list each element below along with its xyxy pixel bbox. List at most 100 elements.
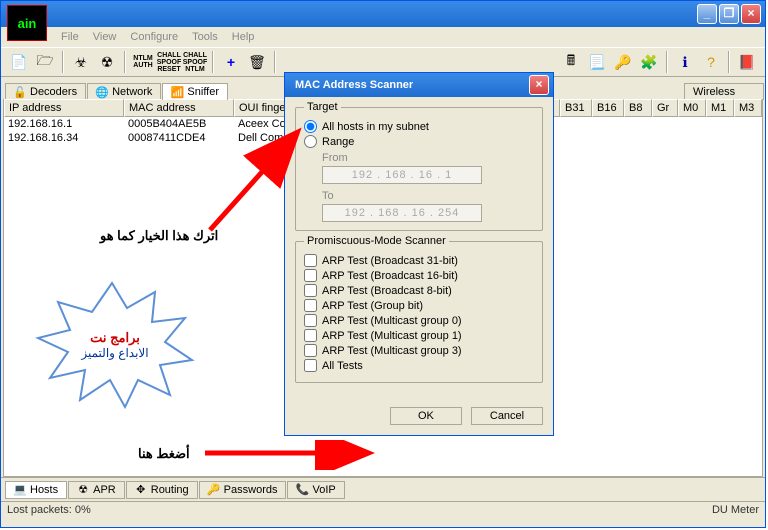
separator bbox=[212, 51, 214, 73]
col-m1[interactable]: M1 bbox=[706, 99, 734, 117]
chk-arp-m0[interactable] bbox=[304, 314, 317, 327]
new-icon[interactable]: 📄 bbox=[7, 50, 31, 74]
chall-spoof-ntlm-icon[interactable]: CHALLSPOOFNTLM bbox=[183, 50, 207, 74]
col-gr[interactable]: Gr bbox=[652, 99, 678, 117]
chk-label: ARP Test (Multicast group 0) bbox=[322, 315, 462, 327]
key-icon[interactable]: 🔑 bbox=[611, 50, 635, 74]
chk-label: ARP Test (Multicast group 3) bbox=[322, 345, 462, 357]
about-icon[interactable]: ℹ bbox=[673, 50, 697, 74]
open-icon[interactable]: 🗁 bbox=[33, 50, 57, 74]
tab-decoders[interactable]: 🔓 Decoders bbox=[5, 83, 86, 100]
chk-arp-b16[interactable] bbox=[304, 269, 317, 282]
btab-routing[interactable]: ✥Routing bbox=[126, 481, 198, 499]
dialog-close-button[interactable]: × bbox=[529, 75, 549, 95]
tab-label: Decoders bbox=[30, 86, 77, 98]
chk-label: ARP Test (Multicast group 1) bbox=[322, 330, 462, 342]
voip-icon: 📞 bbox=[296, 484, 308, 496]
annotation-2: أضغط هنا bbox=[138, 446, 190, 462]
ntlm-auth-icon[interactable]: NTLMAUTH bbox=[131, 50, 155, 74]
chk-arp-m3[interactable] bbox=[304, 344, 317, 357]
help-icon[interactable]: ? bbox=[699, 50, 723, 74]
bottom-tabs: 💻 Hosts ☢ APR ✥Routing 🔑Passwords 📞 VoIP bbox=[1, 477, 765, 501]
add-icon[interactable]: + bbox=[219, 50, 243, 74]
col-b16[interactable]: B16 bbox=[592, 99, 624, 117]
to-label: To bbox=[322, 190, 534, 202]
ok-button[interactable]: OK bbox=[390, 407, 462, 425]
col-b31[interactable]: B31 bbox=[560, 99, 592, 117]
dialog-titlebar[interactable]: MAC Address Scanner × bbox=[285, 73, 553, 97]
chall-spoof-reset-icon[interactable]: CHALLSPOOFRESET bbox=[157, 50, 181, 74]
chk-label: ARP Test (Broadcast 31-bit) bbox=[322, 255, 458, 267]
doc-icon[interactable]: 📃 bbox=[585, 50, 609, 74]
apr-icon: ☢ bbox=[77, 484, 89, 496]
chk-all-tests[interactable] bbox=[304, 359, 317, 372]
btab-voip[interactable]: 📞 VoIP bbox=[287, 481, 344, 499]
cell-ip: 192.168.16.1 bbox=[4, 117, 124, 131]
tab-wireless[interactable]: Wireless bbox=[684, 83, 764, 100]
separator bbox=[124, 51, 126, 73]
from-ip-field: 192 . 168 . 16 . 1 bbox=[322, 166, 482, 184]
chk-arp-group[interactable] bbox=[304, 299, 317, 312]
btab-label: APR bbox=[93, 484, 116, 496]
cell-ip: 192.168.16.34 bbox=[4, 131, 124, 145]
globe-icon: 🌐 bbox=[96, 86, 108, 98]
btab-hosts[interactable]: 💻 Hosts bbox=[5, 481, 67, 499]
status-left: Lost packets: 0% bbox=[7, 504, 91, 517]
maximize-button[interactable]: ❐ bbox=[719, 4, 739, 24]
tab-sniffer[interactable]: 📶 Sniffer bbox=[162, 83, 228, 100]
btab-label: Hosts bbox=[30, 484, 58, 496]
calc-icon[interactable]: 🖩 bbox=[559, 50, 583, 74]
mac-scanner-dialog: MAC Address Scanner × Target All hosts i… bbox=[284, 72, 554, 436]
col-ip[interactable]: IP address bbox=[4, 99, 124, 117]
biohazard-icon[interactable]: ☣ bbox=[69, 50, 93, 74]
burst-line2: الابداع والتميز bbox=[70, 346, 160, 360]
chk-arp-b8[interactable] bbox=[304, 284, 317, 297]
col-mac[interactable]: MAC address bbox=[124, 99, 234, 117]
tab-label: Sniffer bbox=[187, 86, 219, 98]
dialog-title: MAC Address Scanner bbox=[295, 79, 413, 91]
menubar: File View Configure Tools Help bbox=[1, 27, 765, 47]
radio-label: Range bbox=[322, 136, 354, 148]
remove-icon[interactable]: 🗑 bbox=[245, 50, 269, 74]
chk-arp-b31[interactable] bbox=[304, 254, 317, 267]
lock-icon: 🔓 bbox=[14, 86, 26, 98]
chk-arp-m1[interactable] bbox=[304, 329, 317, 342]
tab-network[interactable]: 🌐 Network bbox=[87, 83, 161, 100]
burst-callout: برامج نت الابداع والتميز bbox=[30, 280, 195, 413]
cancel-button[interactable]: Cancel bbox=[471, 407, 543, 425]
radiation-icon[interactable]: ☢ bbox=[95, 50, 119, 74]
btab-apr[interactable]: ☢ APR bbox=[68, 481, 125, 499]
col-m3[interactable]: M3 bbox=[734, 99, 762, 117]
menu-configure[interactable]: Configure bbox=[130, 31, 178, 43]
exit-icon[interactable]: 📕 bbox=[735, 50, 759, 74]
promisc-group: Promiscuous-Mode Scanner ARP Test (Broad… bbox=[295, 241, 543, 383]
sniffer-icon: 📶 bbox=[171, 86, 183, 98]
menu-tools[interactable]: Tools bbox=[192, 31, 218, 43]
tab-label: Wireless bbox=[693, 86, 735, 98]
separator bbox=[666, 51, 668, 73]
btab-label: Passwords bbox=[224, 484, 278, 496]
status-right: DU Meter bbox=[712, 504, 759, 517]
chk-label: ARP Test (Broadcast 16-bit) bbox=[322, 270, 458, 282]
menu-file[interactable]: File bbox=[61, 31, 79, 43]
col-m0[interactable]: M0 bbox=[678, 99, 706, 117]
col-b8[interactable]: B8 bbox=[624, 99, 652, 117]
misc-icon[interactable]: 🧩 bbox=[637, 50, 661, 74]
minimize-button[interactable]: _ bbox=[697, 4, 717, 24]
arrow-1-icon bbox=[200, 120, 320, 240]
menu-help[interactable]: Help bbox=[232, 31, 255, 43]
btab-passwords[interactable]: 🔑Passwords bbox=[199, 481, 287, 499]
menu-view[interactable]: View bbox=[93, 31, 117, 43]
chk-label: ARP Test (Broadcast 8-bit) bbox=[322, 285, 452, 297]
statusbar: Lost packets: 0% DU Meter bbox=[1, 501, 765, 519]
close-button[interactable]: × bbox=[741, 4, 761, 24]
btab-label: VoIP bbox=[312, 484, 335, 496]
titlebar[interactable]: _ ❐ × bbox=[1, 1, 765, 27]
separator bbox=[274, 51, 276, 73]
app-logo: ain bbox=[7, 5, 47, 41]
tab-label: Network bbox=[112, 86, 152, 98]
promisc-label: Promiscuous-Mode Scanner bbox=[304, 235, 449, 247]
hosts-icon: 💻 bbox=[14, 484, 26, 496]
separator bbox=[728, 51, 730, 73]
from-label: From bbox=[322, 152, 534, 164]
